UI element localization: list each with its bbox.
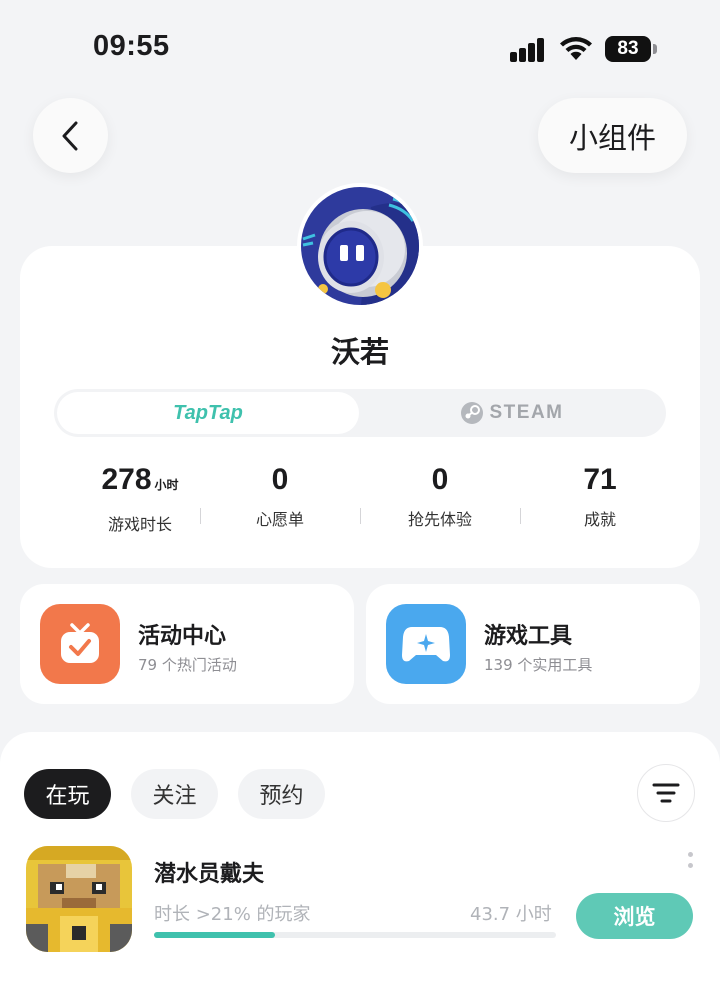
status-time: 09:55 <box>93 30 170 62</box>
stat-value: 278 <box>101 463 152 496</box>
game-tools-card[interactable]: 游戏工具 139 个实用工具 <box>366 584 700 704</box>
game-icon[interactable] <box>26 846 132 952</box>
game-hours: 43.7 小时 <box>470 904 552 925</box>
stat-achievements[interactable]: 71 成就 <box>520 462 680 530</box>
game-playtime-percentile: 时长 >21% 的玩家 <box>154 904 311 925</box>
taptap-tab[interactable]: TapTap <box>57 392 359 434</box>
tab-reserved[interactable]: 预约 <box>238 769 325 819</box>
stat-wishlist[interactable]: 0 心愿单 <box>200 462 360 530</box>
wifi-icon <box>560 37 592 60</box>
chevron-left-icon <box>62 121 77 150</box>
stat-playtime[interactable]: 278 小时 游戏时长 <box>60 462 220 535</box>
cellular-signal-icon <box>510 36 550 62</box>
steam-icon <box>460 402 483 424</box>
battery-icon: 83 <box>605 36 657 62</box>
tab-playing[interactable]: 在玩 <box>24 769 111 819</box>
back-button[interactable] <box>33 98 108 173</box>
card-title: 游戏工具 <box>484 624 573 649</box>
filter-button[interactable] <box>637 764 695 822</box>
stat-value: 0 <box>271 463 289 496</box>
stats-row: 278 小时 游戏时长 0 心愿单 0 抢先体验 71 成就 <box>20 462 700 535</box>
stat-unit: 小时 <box>154 478 179 492</box>
card-title: 活动中心 <box>138 624 227 649</box>
widget-button[interactable]: 小组件 <box>538 98 687 173</box>
browse-button[interactable]: 浏览 <box>576 893 693 939</box>
stat-value: 0 <box>431 463 449 496</box>
playtime-progress-bar <box>154 932 556 938</box>
steam-tab[interactable]: STEAM <box>360 392 663 434</box>
card-subtitle: 139 个实用工具 <box>484 656 593 674</box>
stat-label: 抢先体验 <box>407 510 472 529</box>
filter-icon <box>652 783 680 803</box>
stat-label: 游戏时长 <box>107 515 172 534</box>
battery-level: 83 <box>605 36 651 62</box>
username: 沃若 <box>330 335 389 369</box>
card-subtitle: 79 个热门活动 <box>138 656 237 674</box>
tv-check-icon <box>40 604 120 684</box>
stat-value: 71 <box>583 463 617 496</box>
platform-toggle: TapTap STEAM <box>54 389 666 437</box>
game-list-panel: 在玩 关注 预约 潜水员戴夫 时长 >21% 的玩家 43.7 小时 浏览 <box>0 732 720 985</box>
stat-early-access[interactable]: 0 抢先体验 <box>360 462 520 530</box>
stat-label: 心愿单 <box>255 510 304 529</box>
more-options-button[interactable] <box>684 852 696 876</box>
activity-center-card[interactable]: 活动中心 79 个热门活动 <box>20 584 354 704</box>
stat-label: 成就 <box>583 510 616 529</box>
tab-following[interactable]: 关注 <box>131 769 218 819</box>
gamepad-icon <box>386 604 466 684</box>
progress-fill <box>154 932 275 938</box>
steam-label: STEAM <box>489 402 564 423</box>
status-bar: 09:55 83 <box>0 0 720 90</box>
game-title[interactable]: 潜水员戴夫 <box>154 856 264 888</box>
avatar[interactable] <box>297 183 423 309</box>
